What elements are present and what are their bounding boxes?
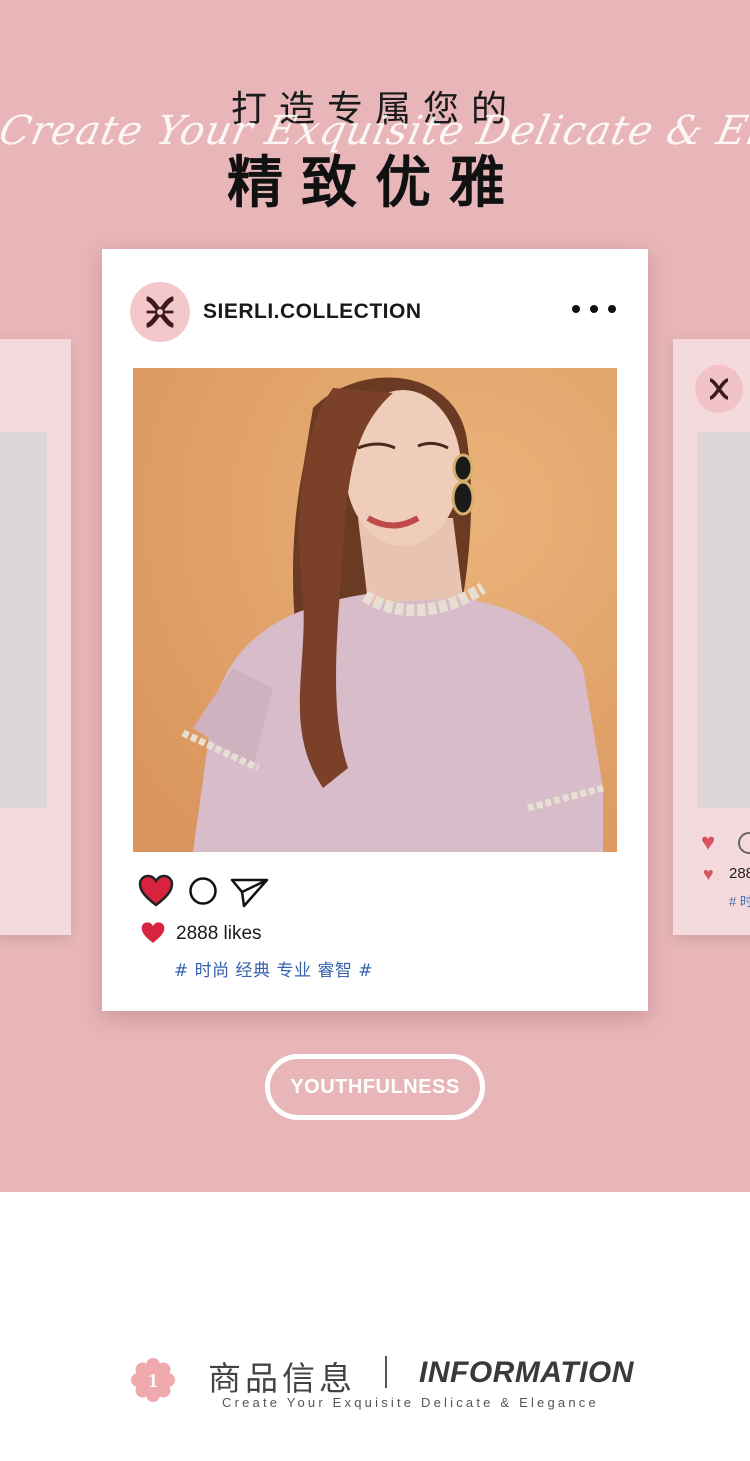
side-card-tags: # 时 <box>729 894 750 909</box>
side-card-left[interactable] <box>0 339 71 935</box>
side-card-right[interactable]: ♥ ♥ 288 # 时 <box>673 339 750 935</box>
post-actions <box>138 874 298 910</box>
side-card-heart-icon: ♥ <box>701 829 716 856</box>
more-options-icon[interactable] <box>572 297 616 321</box>
post-photo <box>133 368 617 852</box>
post-tags[interactable]: # 时尚 经典 专业 睿智 # <box>174 956 373 981</box>
side-card-left-image <box>0 432 47 808</box>
side-card-likes: 288 <box>729 865 750 882</box>
info-title-en: INFORMATION <box>419 1356 634 1389</box>
share-send-icon[interactable] <box>230 876 270 908</box>
info-number: 1 <box>148 1370 158 1392</box>
youthfulness-button-label: YOUTHFULNESS <box>290 1075 460 1098</box>
likes-count: 2888 likes <box>176 923 262 944</box>
post-card: SIERLI.COLLECTION 2888 likes # 时尚 经典 专业 … <box>102 249 648 1011</box>
side-card-right-image <box>697 432 750 808</box>
like-heart-icon[interactable] <box>138 874 174 908</box>
hero-title-line2: 精致优雅 <box>227 151 523 216</box>
side-card-logo-icon <box>695 365 743 413</box>
hero-section: 打造专属您的 Create Your Exquisite Delicate & … <box>0 0 750 1192</box>
info-subtitle: Create Your Exquisite Delicate & Eleganc… <box>222 1395 599 1410</box>
comment-icon[interactable] <box>188 876 218 906</box>
likes-row: 2888 likes <box>140 921 340 947</box>
brand-logo-icon[interactable] <box>130 282 190 342</box>
flower-number-icon: 1 <box>131 1358 175 1402</box>
account-name[interactable]: SIERLI.COLLECTION <box>203 300 422 324</box>
likes-heart-icon <box>141 922 165 943</box>
info-title-cn: 商品信息 <box>208 1359 356 1398</box>
youthfulness-button[interactable]: YOUTHFULNESS <box>265 1054 485 1120</box>
side-card-likes-heart-icon: ♥ <box>703 864 714 884</box>
info-divider <box>385 1356 387 1388</box>
side-card-comment-icon <box>738 832 750 854</box>
